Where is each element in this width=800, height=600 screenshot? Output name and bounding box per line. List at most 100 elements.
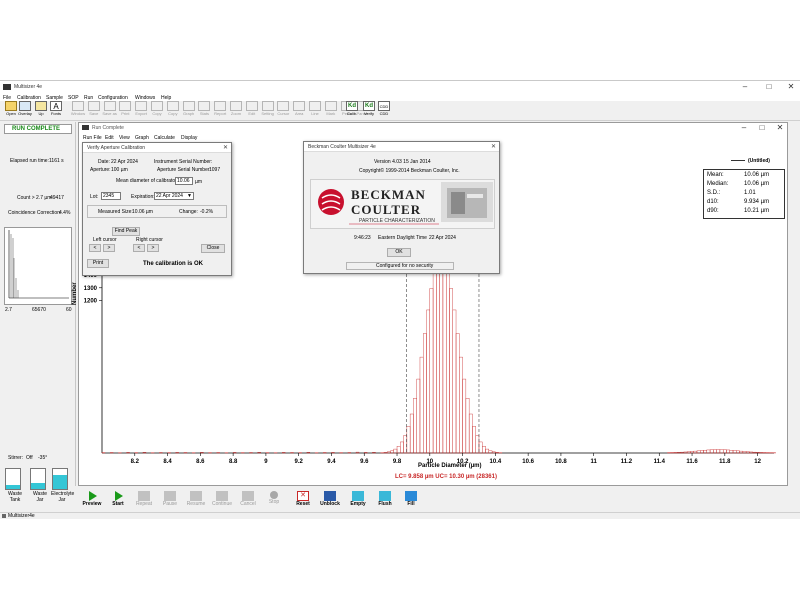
bottom-button-stop[interactable]: Stop — [262, 490, 286, 510]
count-value: 49417 — [50, 195, 64, 201]
unblock-icon — [324, 491, 336, 501]
main-title-bar: Multisizer 4e – □ ✕ — [0, 81, 800, 93]
about-timezone: Eastern Daylight Time — [378, 235, 427, 241]
beckman-coulter-banner: BECKMAN COULTER PARTICLE CHARACTERIZATIO… — [310, 179, 495, 229]
bottom-button-cancel[interactable]: Cancel — [236, 490, 260, 510]
toolbar-button-6[interactable]: Save as — [102, 101, 118, 120]
toolbar-button-label: Fonts — [50, 111, 61, 116]
run-menu-graph[interactable]: Graph — [135, 135, 149, 141]
toolbar-button-20[interactable]: Mark — [323, 101, 339, 120]
run-menu-calculate[interactable]: Calculate — [154, 135, 175, 141]
mini-axis-mid: 65670 — [32, 307, 46, 313]
reset-icon: ✕ — [297, 491, 309, 501]
bottom-button-flush[interactable]: Flush — [373, 490, 397, 510]
toolbar-button-2[interactable]: Up — [33, 101, 49, 120]
toolbar-button-5[interactable]: Save — [86, 101, 102, 120]
mini-histogram-plot — [8, 230, 69, 299]
about-ok-button[interactable]: OK — [387, 248, 411, 257]
expiration-dropdown-icon[interactable]: ▼ — [187, 193, 192, 199]
stat-label: Median: — [707, 181, 729, 187]
bottom-button-fill[interactable]: Fill — [399, 490, 423, 510]
lot-input[interactable]: 2345 — [101, 192, 121, 200]
instrument-serial-label: Instrument Serial Number: — [154, 159, 213, 165]
toolbar-button-label: Copy — [168, 111, 178, 116]
mark-icon — [324, 101, 337, 111]
toolbar-button-4[interactable]: Window — [70, 101, 86, 120]
x-tick-label: 9.6 — [360, 459, 369, 465]
close-button[interactable]: ✕ — [784, 81, 798, 93]
toolbar-button-label: Area — [294, 111, 304, 116]
toolbar-button-label: Stats — [199, 111, 209, 116]
verify-print-button[interactable]: Print — [87, 259, 109, 268]
toolbar-button-10[interactable]: Copy — [165, 101, 181, 120]
about-copyright: Copyright© 1999-2014 Beckman Coulter, In… — [359, 168, 460, 174]
bottom-button-empty[interactable]: Empty — [346, 490, 370, 510]
y-axis-label: Number — [72, 282, 78, 305]
histogram-bar — [445, 270, 450, 454]
bottom-button-resume[interactable]: Resume — [184, 490, 208, 510]
bottom-button-start[interactable]: Start — [106, 490, 130, 510]
elapsed-value: 1161 s — [49, 158, 64, 164]
verify-date-value: 22 Apr 2024 — [111, 159, 138, 165]
run-menu-display[interactable]: Display — [181, 135, 197, 141]
toolbar-button-11[interactable]: Graph — [181, 101, 197, 120]
verify-close-button[interactable]: Close — [201, 244, 225, 253]
about-dialog-close-icon[interactable]: ✕ — [491, 143, 496, 150]
toolbar-button-18[interactable]: Area — [291, 101, 307, 120]
run-menu-edit[interactable]: Edit — [105, 135, 114, 141]
verify-dialog-close-icon[interactable]: ✕ — [223, 144, 228, 151]
toolbar-button-9[interactable]: Copy — [149, 101, 165, 120]
toolbar-button-16[interactable]: Setting — [260, 101, 276, 120]
stat-value: 10.06 µm — [744, 181, 770, 187]
count-label: Count > 2.7 µm: — [17, 195, 53, 201]
about-dialog: Beckman Coulter Multisizer 4e ✕ Version … — [303, 141, 500, 274]
bottom-button-unblock[interactable]: Unblock — [318, 490, 342, 510]
run-menu-view[interactable]: View — [119, 135, 130, 141]
toolbar-button-label: Overlay — [18, 111, 32, 116]
left-cursor-left-button[interactable]: < — [89, 244, 101, 252]
toolbar-button-label: Cursor — [277, 111, 290, 116]
histogram-bar — [726, 449, 730, 454]
histogram-bar — [472, 426, 476, 454]
bottom-button-preview[interactable]: Preview — [80, 490, 104, 510]
verify-dialog-title-bar: Verify Aperture Calibration — [83, 143, 231, 153]
toolbar-button-23[interactable]: Kd Calib. — [344, 101, 360, 120]
histogram-bar — [683, 451, 688, 454]
bottom-button-continue[interactable]: Continue — [210, 490, 234, 510]
toolbar-button-3[interactable]: A Fonts — [48, 101, 64, 120]
histogram-bar — [462, 378, 467, 454]
verify-dialog-title: Verify Aperture Calibration — [87, 145, 146, 151]
bottom-button-reset[interactable]: ✕ Reset — [291, 490, 315, 510]
run-menu-runfile[interactable]: Run File — [83, 135, 102, 141]
bottom-button-label: Fill — [407, 501, 415, 507]
right-cursor-right-button[interactable]: > — [147, 244, 159, 252]
left-cursor-right-button[interactable]: > — [103, 244, 115, 252]
toolbar-button-1[interactable]: Overlay — [17, 101, 33, 120]
toolbar-button-19[interactable]: Line — [307, 101, 323, 120]
toolbar-button-25[interactable]: CDD CDD — [376, 101, 392, 120]
minimize-button[interactable]: – — [738, 81, 752, 93]
toolbar-button-13[interactable]: Report — [212, 101, 228, 120]
histogram-bar — [491, 451, 496, 454]
toolbar-button-8[interactable]: Export — [133, 101, 149, 120]
right-cursor-label: Right cursor — [136, 237, 163, 243]
toolbar-button-7[interactable]: Print — [117, 101, 133, 120]
bottom-button-pause[interactable]: Pause — [158, 490, 182, 510]
x-tick-label: 9.8 — [393, 459, 402, 465]
toolbar-button-label: Graph — [183, 111, 195, 116]
brand-line-2: COULTER — [351, 202, 422, 217]
about-dialog-title-bar: Beckman Coulter Multisizer 4e — [304, 142, 499, 152]
histogram-bar — [729, 450, 734, 454]
toolbar-button-24[interactable]: Kd Verify — [361, 101, 377, 120]
x-tick-label: 10.8 — [555, 459, 567, 465]
toolbar-button-12[interactable]: Stats — [196, 101, 212, 120]
bottom-button-repeat[interactable]: Repeat — [132, 490, 156, 510]
tank-label: Waste Jar — [33, 491, 47, 503]
mean-diameter-input[interactable]: 10.06 — [175, 177, 193, 185]
toolbar-button-14[interactable]: Zoom — [228, 101, 244, 120]
toolbar-button-15[interactable]: Edit — [244, 101, 260, 120]
find-peak-button[interactable]: Find Peak — [112, 227, 140, 236]
right-cursor-left-button[interactable]: < — [133, 244, 145, 252]
maximize-button[interactable]: □ — [762, 81, 776, 93]
toolbar-button-17[interactable]: Cursor — [275, 101, 291, 120]
